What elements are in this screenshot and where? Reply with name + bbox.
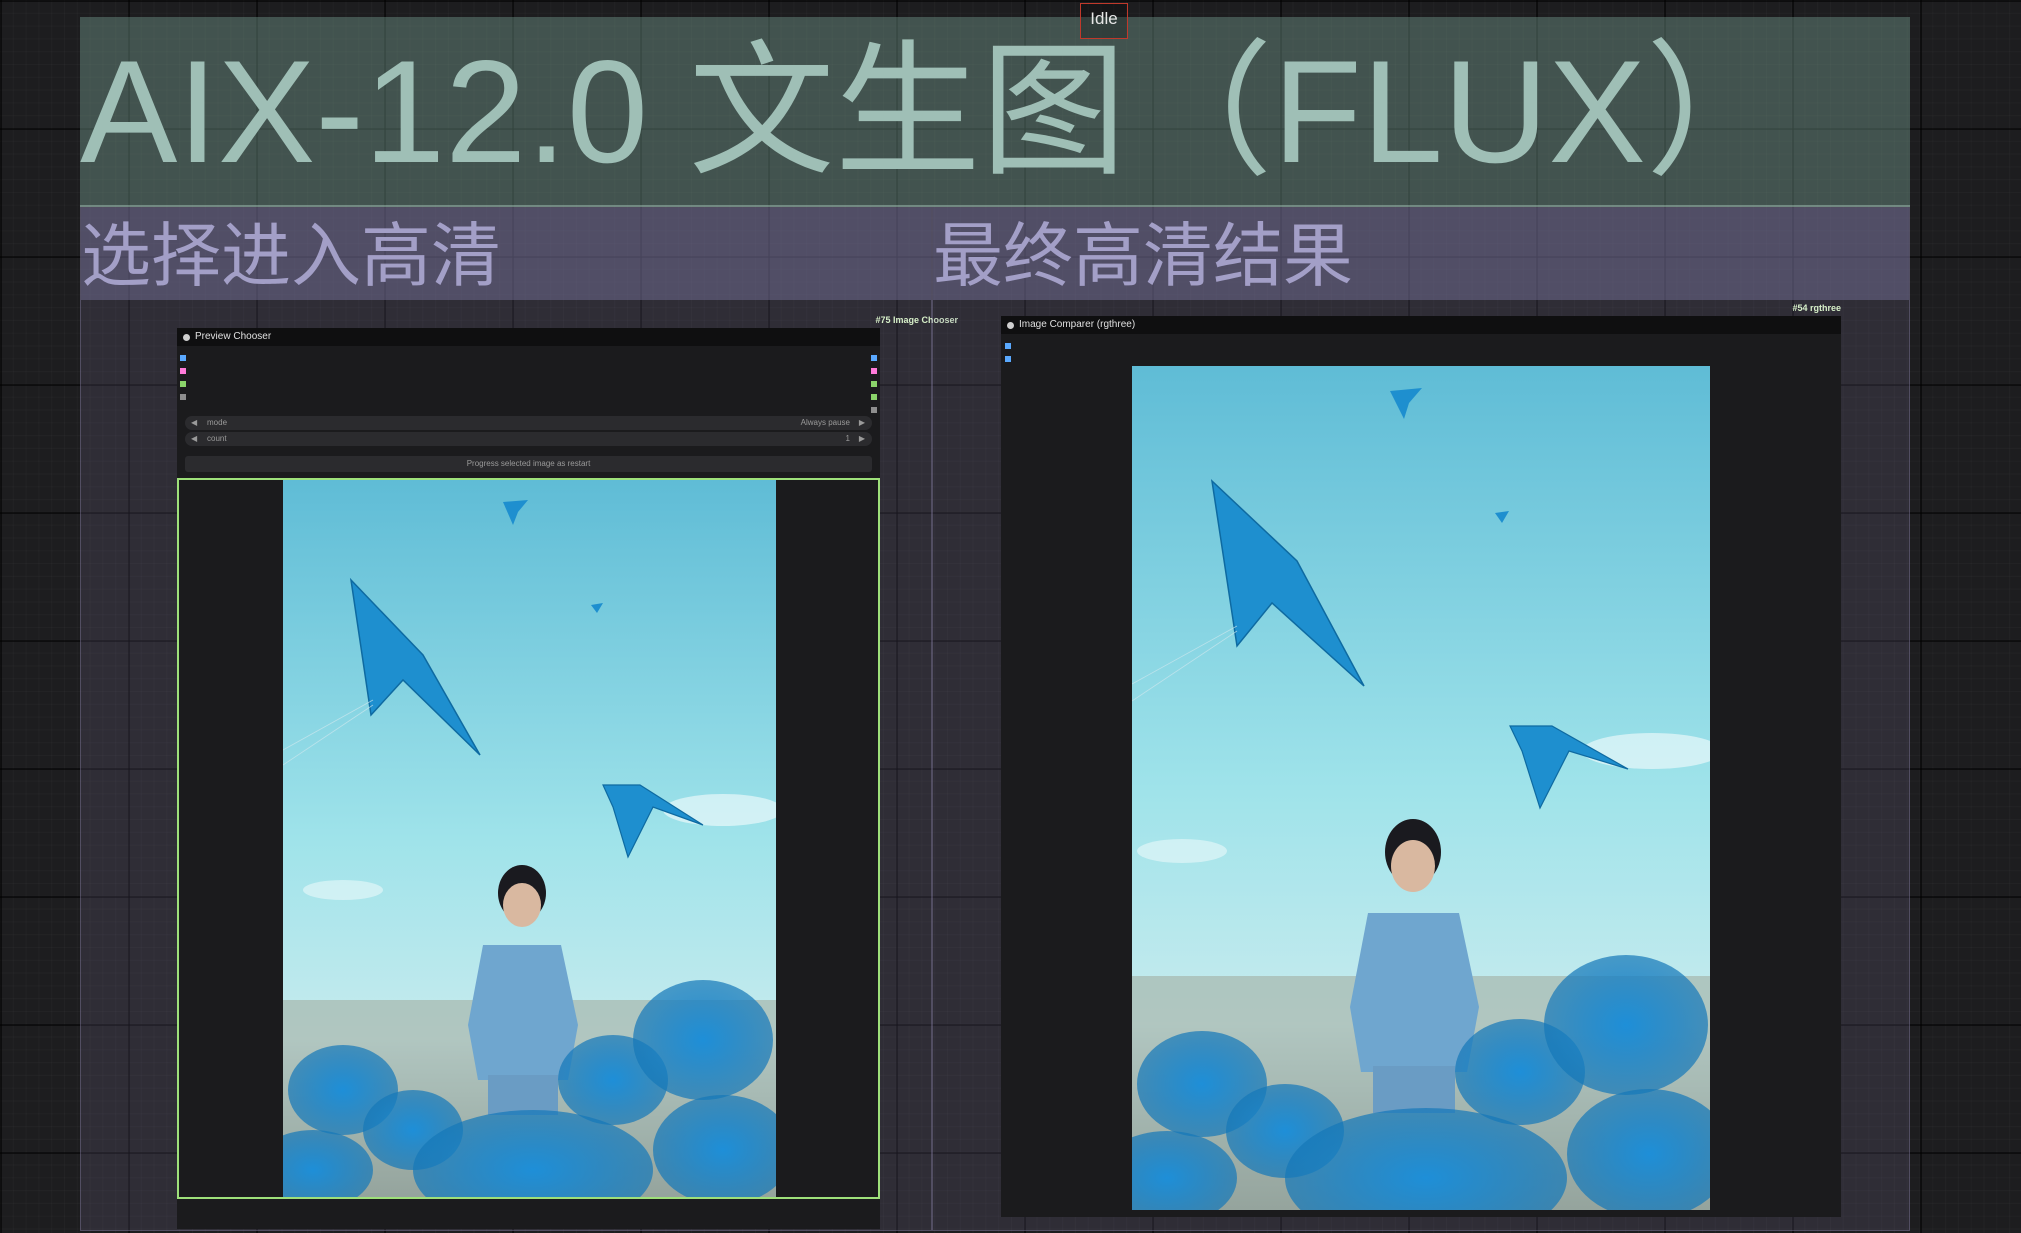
comparison-image[interactable] [1132, 366, 1710, 1210]
chevron-left-icon[interactable]: ◀ [191, 416, 197, 430]
preview-chooser-node[interactable]: Preview Chooser ◀ mode Always pause ▶ ◀ … [177, 328, 880, 1229]
select-group-header[interactable]: 选择进入高清 [81, 208, 931, 300]
chevron-right-icon[interactable]: ▶ [859, 416, 865, 430]
status-badge: Idle [1080, 3, 1128, 39]
mode-value: Always pause [800, 418, 850, 427]
collapse-dot-icon[interactable] [1007, 322, 1014, 329]
output-slot-latents[interactable] [871, 368, 877, 374]
final-group[interactable]: 最终高清结果 #54 rgthree Image Comparer (rgthr… [932, 207, 1910, 1231]
output-slot-selected[interactable] [871, 394, 877, 400]
preview-chooser-header[interactable]: Preview Chooser [177, 328, 880, 346]
count-label: count [207, 434, 227, 443]
image-comparer-header[interactable]: Image Comparer (rgthree) [1001, 316, 1841, 334]
image-preview-frame[interactable] [177, 478, 880, 1199]
count-value: 1 [845, 434, 850, 443]
output-slot-images[interactable] [871, 355, 877, 361]
input-slot-image-b[interactable] [1005, 356, 1011, 362]
page-title: AIX-12.0 文生图（FLUX） [80, 30, 1792, 193]
input-slot-extra[interactable] [180, 394, 186, 400]
count-widget[interactable]: ◀ count 1 ▶ [185, 432, 872, 446]
generated-image-thumbnail[interactable] [283, 480, 776, 1197]
image-comparer-tag: #54 rgthree [1792, 303, 1841, 313]
chevron-left-icon[interactable]: ◀ [191, 432, 197, 446]
mode-widget[interactable]: ◀ mode Always pause ▶ [185, 416, 872, 430]
image-comparer-title: Image Comparer (rgthree) [1019, 319, 1136, 330]
select-group-title: 选择进入高清 [81, 215, 501, 297]
progress-button[interactable]: Progress selected image as restart [185, 456, 872, 472]
final-group-header[interactable]: 最终高清结果 [933, 208, 1909, 300]
mode-label: mode [207, 418, 228, 427]
input-slot-masks[interactable] [180, 381, 186, 387]
input-slot-latents[interactable] [180, 368, 186, 374]
title-group[interactable]: AIX-12.0 文生图（FLUX） [80, 17, 1910, 207]
preview-chooser-title: Preview Chooser [195, 331, 272, 342]
collapse-dot-icon[interactable] [183, 334, 190, 341]
select-group[interactable]: 选择进入高清 #75 Image Chooser Preview Chooser… [80, 207, 958, 1231]
image-comparer-node[interactable]: Image Comparer (rgthree) [1001, 316, 1841, 1217]
final-group-title: 最终高清结果 [933, 215, 1353, 297]
output-slot-masks[interactable] [871, 381, 877, 387]
output-slot-extra[interactable] [871, 407, 877, 413]
preview-chooser-tag: #75 Image Chooser [875, 315, 958, 325]
chevron-right-icon[interactable]: ▶ [859, 432, 865, 446]
input-slot-images[interactable] [180, 355, 186, 361]
input-slot-image-a[interactable] [1005, 343, 1011, 349]
